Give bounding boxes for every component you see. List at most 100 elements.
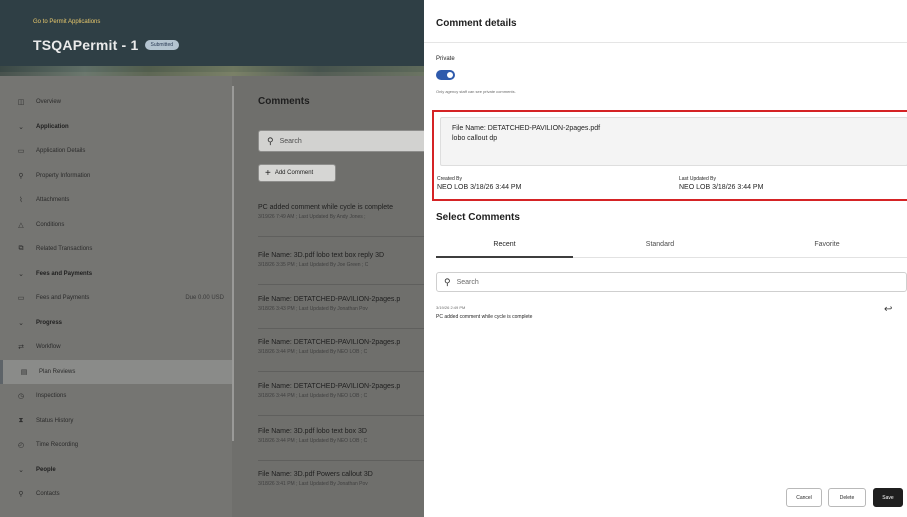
sidebar-nav: ◫ Overview ⌄ Application ▭ Application Detail…	[0, 76, 232, 517]
header-banner-image	[0, 66, 424, 76]
comment-meta: 3/18/26 3:44 PM ; Last Updated By NEO LO…	[258, 393, 368, 399]
search-icon: ⚲	[267, 135, 274, 146]
comment-list-item[interactable]: File Name: DETATCHED-PAVILION-2pages.p 3/…	[258, 379, 450, 419]
link-icon: ⧉	[18, 245, 24, 252]
recent-comment-date: 3/19/26 2:49 PM	[436, 305, 466, 310]
created-by-value: NEO LOB 3/18/26 3:44 PM	[437, 184, 522, 191]
active-tab-indicator	[436, 256, 573, 258]
page-header: Go to Permit Applications TSQAPermit - 1…	[0, 0, 424, 72]
last-updated-by-value: NEO LOB 3/18/26 3:44 PM	[679, 184, 764, 191]
sidebar-item-label: Progress	[36, 319, 63, 326]
inspection-icon: ◷	[17, 393, 25, 400]
divider	[258, 284, 424, 285]
divider	[258, 415, 424, 416]
chevron-down-icon: ⌄	[18, 123, 24, 131]
divider	[424, 42, 907, 43]
comment-title: File Name: 3D.pdf Powers callout 3D	[258, 471, 373, 478]
comment-meta: 3/18/26 3:41 PM ; Last Updated By Jonath…	[258, 481, 368, 487]
sidebar-item[interactable]: ⇄ Workflow	[0, 335, 232, 359]
comment-meta: 3/18/26 3:43 PM ; Last Updated By Jonath…	[258, 306, 368, 312]
sidebar-section-header[interactable]: ⌄ Progress	[0, 311, 232, 335]
comment-title: PC added comment while cycle is complete	[258, 204, 394, 211]
sidebar-item[interactable]: ▭ Fees and Payments Due 0.00 USD	[0, 286, 232, 310]
cancel-button[interactable]: Cancel	[786, 488, 822, 507]
sidebar-item-label: Inspections	[36, 393, 67, 399]
comment-details-panel: Comment details Private Only agency staf…	[424, 0, 907, 517]
sidebar-item[interactable]: ◴ Time Recording	[0, 433, 232, 457]
comment-list-item[interactable]: File Name: 3D.pdf Powers callout 3D 3/18/…	[258, 467, 450, 507]
recent-comment-text[interactable]: PC added comment while cycle is complete	[436, 314, 532, 320]
sidebar-item-label: Property Information	[36, 172, 91, 179]
person-icon: ⚲	[18, 491, 24, 498]
comment-title: File Name: DETATCHED-PAVILION-2pages.p	[258, 383, 401, 390]
delete-button[interactable]: Delete	[828, 488, 866, 507]
title-row: TSQAPermit - 1 Submitted	[33, 37, 180, 53]
chevron-down-icon: ⌄	[18, 270, 24, 278]
tab-favorite[interactable]: Favorite	[752, 241, 902, 248]
search-placeholder: Search	[279, 137, 302, 145]
page-title: TSQAPermit - 1	[33, 37, 139, 53]
select-comments-title: Select Comments	[436, 212, 520, 223]
tab-recent[interactable]: Recent	[436, 241, 573, 248]
sidebar-item-label: Fees and Payments	[36, 270, 93, 277]
divider	[258, 371, 424, 372]
toggle-knob	[447, 72, 453, 78]
comment-list-item[interactable]: File Name: 3D.pdf lobo text box reply 3D…	[258, 248, 450, 288]
tab-standard[interactable]: Standard	[590, 241, 730, 248]
sidebar-item-label: Fees and Payments	[36, 295, 90, 301]
private-toggle[interactable]	[436, 70, 455, 80]
sidebar-item[interactable]: ⚲ Contacts	[0, 482, 232, 506]
comment-file-name: File Name: DETATCHED-PAVILION-2pages.pdf	[452, 125, 601, 132]
sidebar-item-label: People	[36, 466, 56, 473]
sidebar-item[interactable]: ⚲ Property Information	[0, 164, 232, 188]
select-comments-search-input[interactable]: ⚲ Search	[436, 272, 907, 292]
sidebar-item-label: Contacts	[36, 491, 60, 497]
sidebar-item[interactable]: ▤ Plan Reviews	[0, 359, 232, 384]
workflow-icon: ⇄	[18, 344, 24, 351]
person-icon: ⚲	[18, 172, 24, 180]
comment-list-item[interactable]: File Name: DETATCHED-PAVILION-2pages.p 3/…	[258, 292, 450, 332]
paperclip-icon: ⌇	[19, 197, 23, 204]
comment-meta: 3/18/26 3:44 PM ; Last Updated By NEO LO…	[258, 349, 368, 355]
sidebar-item[interactable]: ▭ Application Details	[0, 139, 232, 163]
comment-title: File Name: 3D.pdf lobo text box 3D	[258, 428, 367, 435]
sidebar-item[interactable]: ⧗ Status History	[0, 409, 232, 433]
sidebar-item-label: Conditions	[36, 221, 65, 228]
sidebar-item-label: Status History	[36, 417, 74, 424]
sidebar-item-label: Plan Reviews	[39, 368, 76, 375]
sidebar-item[interactable]: ⧉ Related Transactions	[0, 237, 232, 261]
comment-meta: 3/18/26 3:35 PM ; Last Updated By Joe Gr…	[258, 262, 369, 268]
sidebar-scrollbar[interactable]	[232, 86, 234, 441]
sidebar-section-header[interactable]: ⌄ People	[0, 458, 232, 482]
plus-icon: +	[265, 167, 271, 179]
comment-text-area[interactable]: File Name: DETATCHED-PAVILION-2pages.pdf…	[440, 117, 907, 166]
clock-icon: ◴	[17, 442, 25, 449]
comment-list-item[interactable]: File Name: DETATCHED-PAVILION-2pages.p 3/…	[258, 335, 450, 375]
save-button[interactable]: Save	[873, 488, 903, 507]
sidebar-item-label: Application Details	[36, 148, 86, 154]
add-comment-label: Add Comment	[274, 170, 314, 176]
add-comment-button[interactable]: + Add Comment	[258, 164, 336, 182]
comment-list-item[interactable]: File Name: 3D.pdf lobo text box 3D 3/18/2…	[258, 424, 450, 464]
sidebar-section-header[interactable]: ⌄ Fees and Payments	[0, 262, 232, 286]
back-to-applications-link[interactable]: Go to Permit Applications	[33, 19, 100, 25]
sidebar-item[interactable]: ◷ Inspections	[0, 384, 232, 408]
chevron-down-icon: ⌄	[18, 319, 24, 327]
insert-arrow-icon[interactable]: ↩	[884, 304, 892, 315]
comment-title: File Name: DETATCHED-PAVILION-2pages.p	[258, 296, 401, 303]
divider	[258, 328, 424, 329]
panel-title: Comment details	[436, 18, 517, 29]
divider	[258, 236, 424, 237]
comment-list-item[interactable]: PC added comment while cycle is complete…	[258, 200, 450, 240]
overview-icon: ◫	[17, 99, 25, 106]
sidebar-item[interactable]: ⌇ Attachments	[0, 188, 232, 212]
plan-icon: ▤	[20, 368, 28, 376]
comment-meta: 3/18/26 3:44 PM ; Last Updated By NEO LO…	[258, 438, 368, 444]
sidebar-item[interactable]: ◫ Overview	[0, 90, 232, 114]
private-label: Private	[436, 56, 455, 62]
comment-meta: 3/19/26 7:49 AM ; Last Updated By Andy J…	[258, 214, 366, 220]
comments-search-input[interactable]: ⚲ Search	[258, 130, 438, 152]
last-updated-by-label: Last Updated By	[679, 176, 716, 182]
sidebar-section-header[interactable]: ⌄ Application	[0, 115, 232, 139]
sidebar-item[interactable]: △ Conditions	[0, 213, 232, 237]
